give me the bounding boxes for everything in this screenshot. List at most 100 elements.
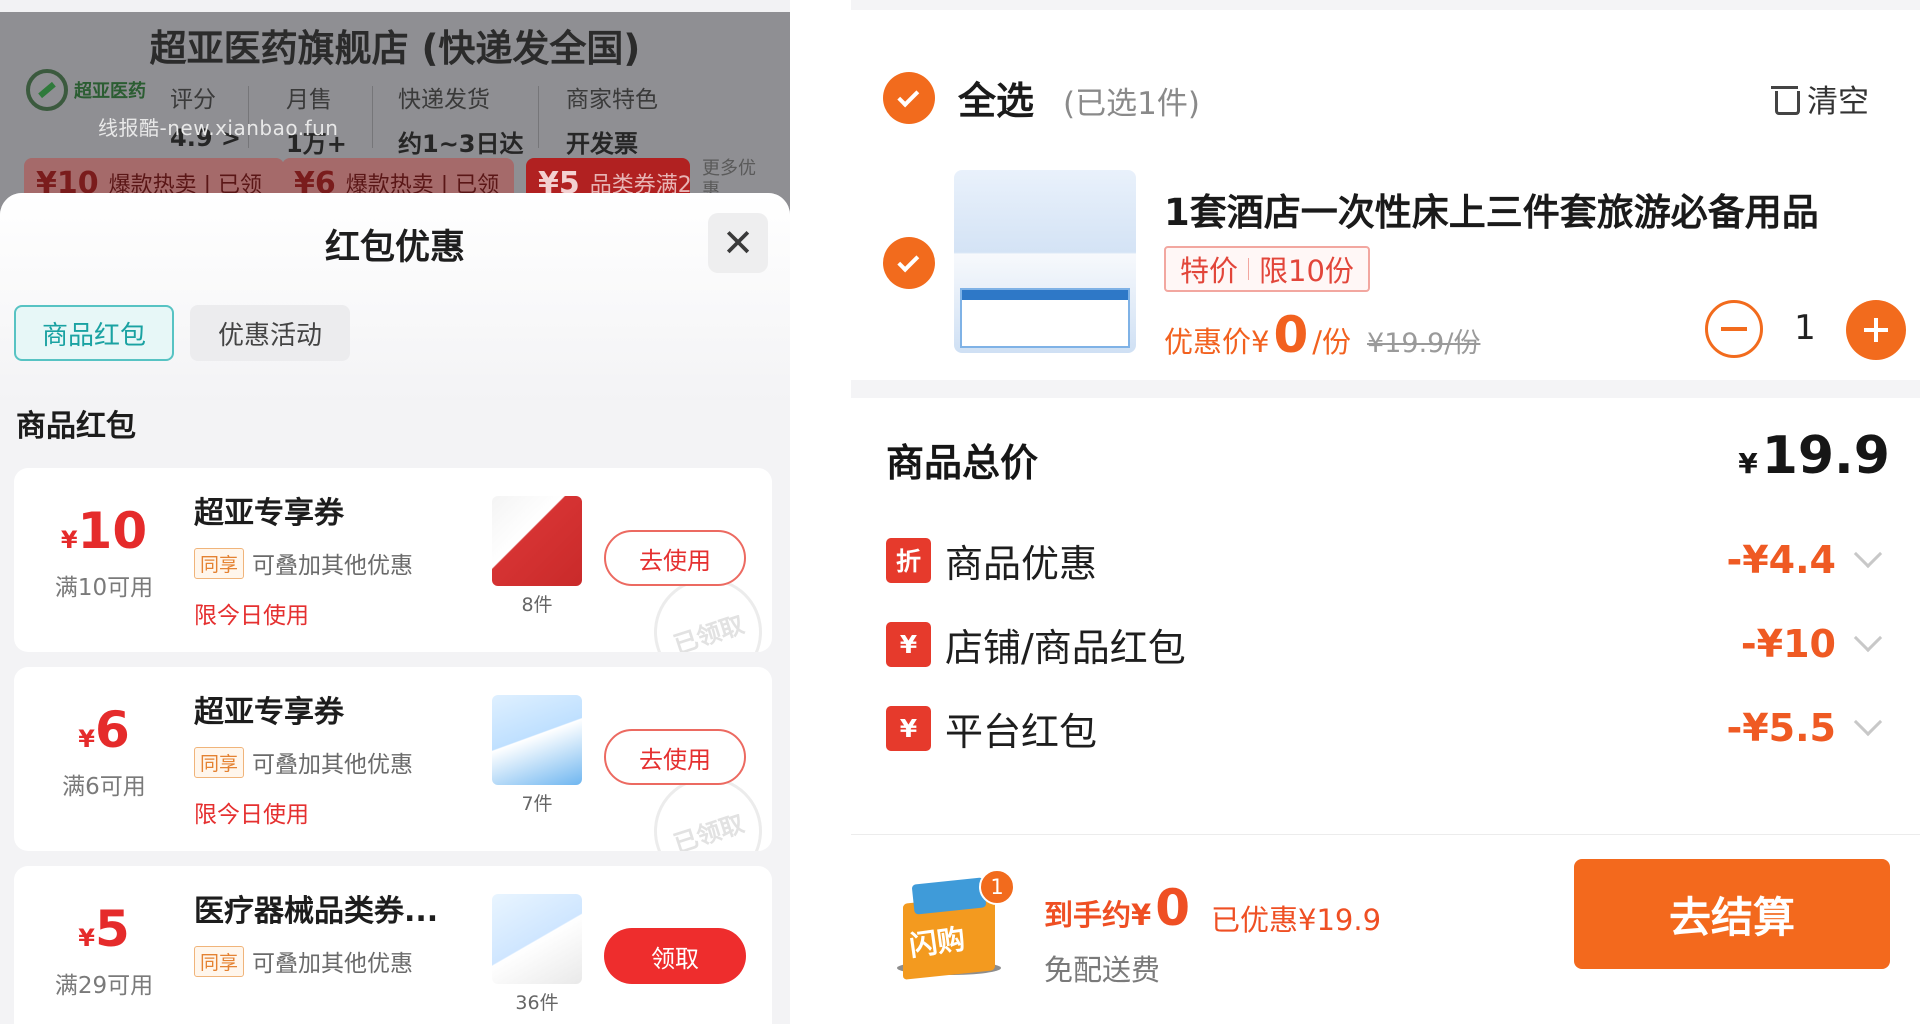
discount-label: 商品优惠 bbox=[945, 541, 1098, 586]
coupon-card: ¥10 满10可用 超亚专享券 同享 可叠加其他优惠 限今日使用 8件 已领取 … bbox=[14, 468, 772, 652]
discount-badge-icon: 折 bbox=[886, 537, 931, 583]
sheet-title: 红包优惠 bbox=[324, 228, 465, 268]
stat-features: 商家特色 开发票 bbox=[566, 80, 658, 159]
discount-row-product[interactable]: 折 商品优惠 -¥4.4 bbox=[886, 530, 1886, 590]
cart-count-badge: 1 bbox=[979, 869, 1015, 905]
final-price-label: 到手约¥ bbox=[1044, 898, 1152, 932]
clear-label: 清空 bbox=[1807, 84, 1869, 120]
stat-label: 月售 bbox=[286, 87, 332, 113]
coupon-stack-info: 同享 可叠加其他优惠 bbox=[194, 546, 413, 580]
quantity-increase-button[interactable] bbox=[1846, 300, 1906, 360]
divider bbox=[372, 86, 373, 148]
product-thumbnail[interactable] bbox=[492, 894, 582, 984]
selected-count: (已选1件) bbox=[1063, 86, 1200, 122]
free-shipping-note: 免配送费 bbox=[1044, 953, 1161, 987]
close-icon: ✕ bbox=[722, 221, 754, 265]
share-tag: 同享 bbox=[194, 547, 245, 579]
currency-symbol: ¥ bbox=[78, 924, 95, 952]
coupon-value: 6 bbox=[94, 701, 130, 759]
price-label: 优惠价¥ bbox=[1164, 325, 1270, 359]
discount-row-store-coupon[interactable]: ¥ 店铺/商品红包 -¥10 bbox=[886, 614, 1886, 674]
chevron-down-icon bbox=[1853, 623, 1883, 653]
store-logo-text: 超亚医药 bbox=[74, 81, 146, 102]
product-title[interactable]: 1套酒店一次性床上三件套旅游必备用品 bbox=[1164, 182, 1819, 236]
share-tag: 同享 bbox=[194, 945, 245, 977]
chevron-down-icon bbox=[1853, 539, 1883, 569]
check-icon bbox=[897, 84, 920, 107]
price-value: 0 bbox=[1273, 306, 1309, 364]
flash-buy-label: 闪购 bbox=[907, 922, 968, 963]
select-all-label[interactable]: 全选 bbox=[958, 70, 1034, 125]
screenshot-root: 超亚医药旗舰店 (快递发全国) 超亚医药 评分 4.9 > 月售 1万+ 快递发… bbox=[0, 0, 1920, 1024]
coupon-value: 5 bbox=[94, 900, 130, 958]
quantity-value[interactable]: 1 bbox=[1791, 308, 1819, 348]
product-count: 8件 bbox=[521, 594, 553, 616]
use-coupon-button[interactable]: 去使用 bbox=[604, 530, 746, 586]
discount-label: 平台红包 bbox=[945, 709, 1098, 754]
quantity-decrease-button[interactable] bbox=[1705, 300, 1763, 358]
discount-value: -¥4.4 bbox=[1726, 538, 1836, 582]
promo-tag: 特价 限10份 bbox=[1164, 246, 1370, 292]
select-all-checkbox[interactable] bbox=[883, 72, 935, 124]
checkout-button[interactable]: 去结算 bbox=[1574, 859, 1890, 969]
stat-label: 评分 bbox=[170, 87, 216, 113]
share-tag: 同享 bbox=[194, 746, 245, 778]
coupon-badge-icon: ¥ bbox=[886, 621, 931, 667]
coupon-limit: 限今日使用 bbox=[194, 603, 309, 629]
claim-coupon-button[interactable]: 领取 bbox=[604, 928, 746, 984]
product-count: 36件 bbox=[515, 992, 559, 1014]
cart-item-card: 全选 (已选1件) 清空 1套酒店一次性床上三件套旅游必备用品 特价 限10份 … bbox=[851, 10, 1920, 380]
stat-value: 开发票 bbox=[566, 130, 638, 158]
product-thumbnail[interactable] bbox=[492, 496, 582, 586]
discount-row-platform-coupon[interactable]: ¥ 平台红包 -¥5.5 bbox=[886, 698, 1886, 758]
product-thumbnail[interactable] bbox=[492, 695, 582, 785]
section-heading: 商品红包 bbox=[16, 409, 136, 444]
coupon-name: 医疗器械品类券... bbox=[194, 894, 439, 929]
product-count: 7件 bbox=[521, 793, 553, 815]
total-value: 19.9 bbox=[1761, 426, 1890, 486]
stat-label: 商家特色 bbox=[566, 87, 658, 113]
minus-icon bbox=[1721, 327, 1747, 331]
close-button[interactable]: ✕ bbox=[708, 213, 768, 273]
trash-icon bbox=[1771, 84, 1800, 115]
watermark: 线报酷-new.xianbao.fun bbox=[98, 116, 339, 140]
stat-label: 快递发货 bbox=[398, 87, 490, 113]
summary-total: ¥ 19.9 bbox=[1738, 426, 1890, 486]
item-checkbox[interactable] bbox=[883, 237, 935, 289]
currency-symbol: ¥ bbox=[78, 725, 95, 753]
stack-text: 可叠加其他优惠 bbox=[252, 553, 414, 579]
coupon-amount: ¥6 bbox=[24, 701, 184, 759]
currency-symbol: ¥ bbox=[60, 526, 78, 554]
price-unit: /份 bbox=[1312, 325, 1352, 359]
saved-amount: 已优惠¥19.9 bbox=[1211, 903, 1382, 937]
stat-value: 约1~3日达 bbox=[398, 130, 524, 158]
checkout-bar: 闪购 1 到手约¥ 0 已优惠¥19.9 免配送费 去结算 bbox=[851, 834, 1920, 1024]
use-coupon-button[interactable]: 去使用 bbox=[604, 729, 746, 785]
product-image-detail bbox=[960, 288, 1130, 348]
sheet-tabs: 商品红包 优惠活动 bbox=[14, 305, 351, 361]
store-title: 超亚医药旗舰店 (快递发全国) bbox=[149, 27, 641, 70]
coupon-value: 10 bbox=[77, 502, 148, 560]
stack-text: 可叠加其他优惠 bbox=[252, 752, 414, 778]
coupon-name: 超亚专享券 bbox=[194, 496, 344, 531]
product-price: 优惠价¥ 0 /份 ¥19.9/份 bbox=[1164, 306, 1480, 364]
flash-buy-bag-icon[interactable]: 闪购 1 bbox=[889, 869, 1015, 981]
coupon-condition: 满29可用 bbox=[54, 973, 154, 999]
promo-tag-limit: 限10份 bbox=[1259, 254, 1354, 288]
tab-product-coupons[interactable]: 商品红包 bbox=[14, 305, 175, 361]
coupon-stack-info: 同享 可叠加其他优惠 bbox=[194, 944, 413, 978]
coupon-card: ¥6 满6可用 超亚专享券 同享 可叠加其他优惠 限今日使用 7件 已领取 去使… bbox=[14, 667, 772, 851]
stat-delivery: 快递发货 约1~3日达 bbox=[398, 80, 524, 159]
coupon-name: 超亚专享券 bbox=[194, 695, 344, 730]
coupon-amount: ¥10 bbox=[24, 502, 184, 560]
final-price-value: 0 bbox=[1155, 879, 1190, 937]
tab-promotions[interactable]: 优惠活动 bbox=[190, 305, 351, 361]
coupon-condition: 满10可用 bbox=[54, 575, 154, 601]
cart-panel: 全选 (已选1件) 清空 1套酒店一次性床上三件套旅游必备用品 特价 限10份 … bbox=[851, 0, 1920, 1024]
product-image[interactable] bbox=[954, 170, 1136, 353]
original-price: ¥19.9/份 bbox=[1367, 328, 1481, 359]
clear-cart-button[interactable]: 清空 bbox=[1771, 76, 1869, 121]
final-price: 到手约¥ 0 bbox=[1044, 879, 1190, 937]
discount-value: -¥5.5 bbox=[1726, 706, 1836, 750]
coupon-card: ¥5 满29可用 医疗器械品类券... 同享 可叠加其他优惠 36件 领取 bbox=[14, 866, 772, 1024]
